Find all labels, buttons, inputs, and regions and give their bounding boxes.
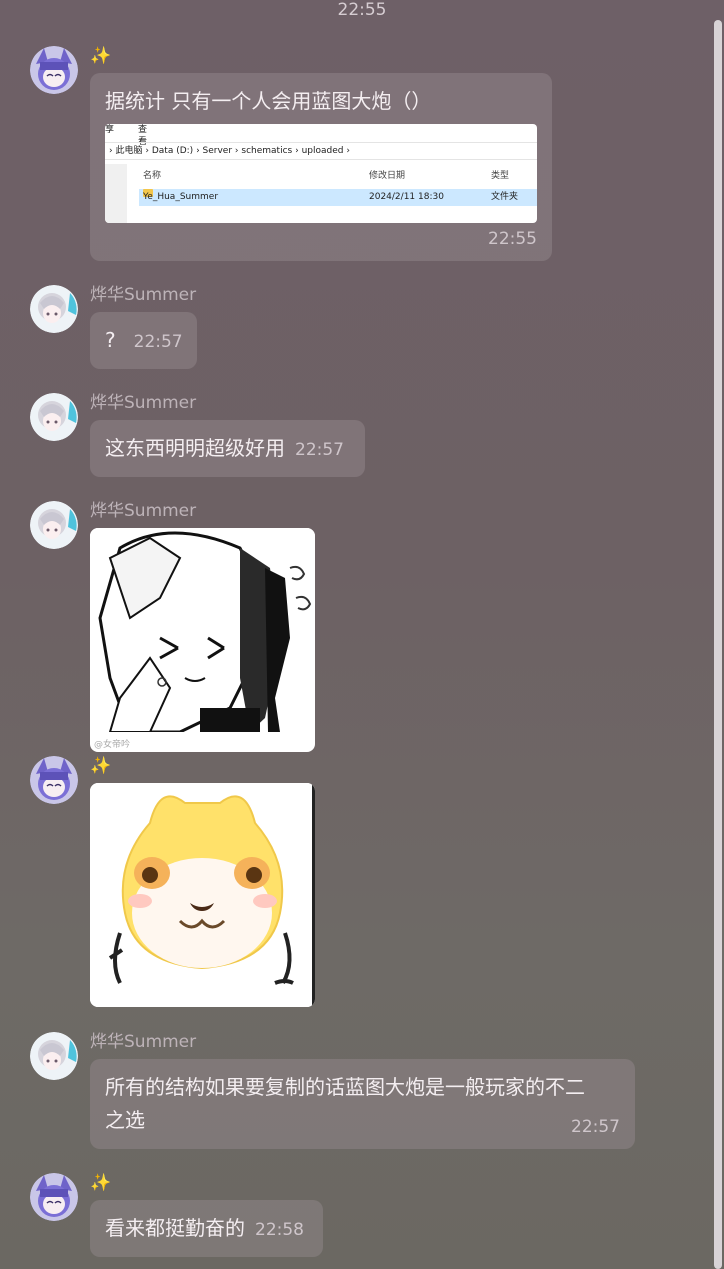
avatar-yehua[interactable] (30, 285, 78, 333)
time-divider: 22:55 (337, 0, 387, 20)
message-time: 22:57 (571, 1117, 620, 1137)
scrollbar[interactable] (714, 20, 722, 1269)
sender-name: ✨ (90, 756, 112, 776)
chevron-right-icon: › (109, 146, 113, 156)
chevron-right-icon: › (346, 146, 350, 156)
message-bubble[interactable]: 看来都挺勤奋的 22:58 (90, 1200, 323, 1257)
message-text: 这东西明明超级好用 (105, 436, 285, 460)
sender-name: 烨华Summer (90, 285, 197, 305)
sender-name: ✨ (90, 46, 112, 66)
avatar-self[interactable] (30, 1173, 78, 1221)
avatar-yehua[interactable] (30, 501, 78, 549)
avatar-yehua[interactable] (30, 1032, 78, 1080)
sender-name: 烨华Summer (90, 1032, 197, 1052)
message-time: 22:58 (255, 1220, 304, 1240)
message-bubble[interactable]: 据统计 只有一个人会用蓝图大炮（） 享 查看 › 此电脑 › Data (D:)… (90, 73, 552, 261)
message-bubble[interactable]: ? 22:57 (90, 312, 197, 369)
sender-name: ✨ (90, 1173, 112, 1193)
sender-name: 烨华Summer (90, 501, 197, 521)
message-bubble[interactable]: 这东西明明超级好用 22:57 (90, 420, 365, 477)
avatar-self[interactable] (30, 756, 78, 804)
explorer-nav-pane (105, 164, 127, 223)
explorer-screenshot-image[interactable]: 享 查看 › 此电脑 › Data (D:) › Server › schema… (105, 124, 537, 223)
sticker-shiba-image[interactable] (90, 783, 315, 1007)
avatar-yehua[interactable] (30, 393, 78, 441)
message-bubble[interactable]: 所有的结构如果要复制的话蓝图大炮是一般玩家的不二 之选 22:57 (90, 1059, 635, 1149)
sticker-anime-girl-image[interactable]: @女帝吟 (90, 528, 315, 752)
explorer-column-headers: 名称 修改日期 类型 (143, 171, 510, 181)
message-time: 22:57 (133, 332, 183, 352)
message-text: 据统计 只有一个人会用蓝图大炮（） (105, 89, 432, 113)
scrollbar-thumb[interactable] (714, 20, 722, 1269)
message-time: 22:57 (295, 440, 344, 460)
message-text: 所有的结构如果要复制的话蓝图大炮是一般玩家的不二 (105, 1075, 585, 1099)
message-text: ? (105, 328, 116, 352)
sender-name: 烨华Summer (90, 393, 197, 413)
message-text: 看来都挺勤奋的 (105, 1216, 245, 1240)
explorer-address-bar: › 此电脑 › Data (D:) › Server › schematics … (105, 142, 537, 160)
explorer-file-row: Ye_Hua_Summer 2024/2/11 18:30 文件夹 (139, 189, 537, 206)
message-time: 22:55 (488, 229, 537, 249)
avatar-self[interactable] (30, 46, 78, 94)
explorer-menu-share: 享 (105, 125, 115, 135)
message-text-line2: 之选 (105, 1108, 145, 1132)
sticker-watermark: @女帝吟 (94, 740, 131, 750)
